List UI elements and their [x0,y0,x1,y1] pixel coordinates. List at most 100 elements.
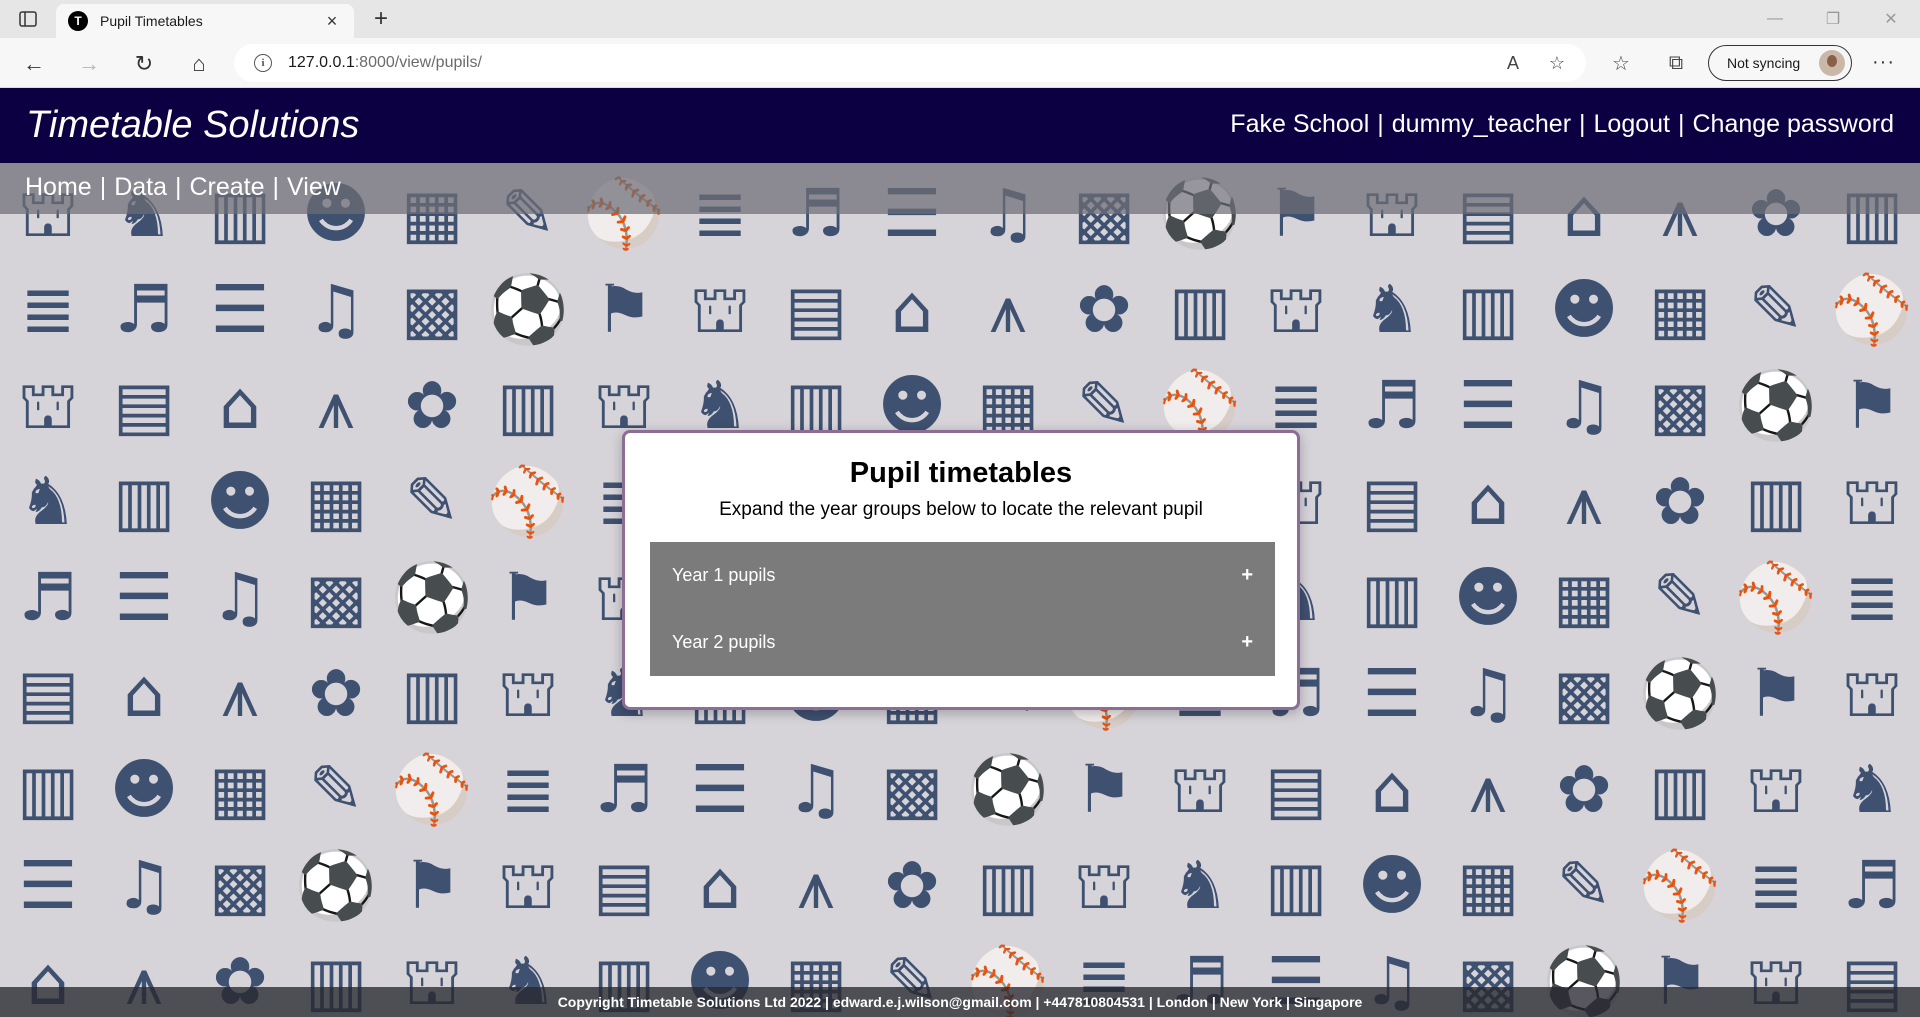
read-aloud-icon[interactable]: A [1502,52,1524,74]
background-icon-cell: ▦ [192,742,288,838]
background-icon-cell: ▤ [1344,454,1440,550]
teacher-icon: ⚑ [594,271,654,348]
info-icon[interactable]: i [254,54,272,72]
palette-icon: ✿ [1076,271,1132,348]
background-icon-cell: ♫ [768,742,864,838]
logout-link[interactable]: Logout [1594,110,1670,139]
tab-close-icon[interactable]: × [322,11,342,32]
notebook-icon: ▤ [592,847,656,924]
background-icon-cell: ⛫ [480,646,576,742]
background-icon-cell: ▦ [1536,550,1632,646]
avatar [1819,50,1845,76]
nav-data[interactable]: Data [114,173,167,202]
football-icon: ⚽ [486,271,570,348]
sync-label: Not syncing [1727,55,1801,71]
background-icon-cell: ♫ [1536,358,1632,454]
books-icon: ▥ [1360,559,1424,636]
books-icon: ▥ [400,655,464,732]
nav-home[interactable]: Home [25,173,92,202]
expand-plus-icon: + [1241,564,1253,586]
football-icon: ⚽ [966,751,1050,828]
browser-tab[interactable]: T Pupil Timetables × [56,4,354,38]
background-icon-cell: ⚑ [576,262,672,358]
reload-icon[interactable]: ↻ [130,50,158,78]
playground-icon: ⛫ [1745,751,1807,828]
minimize-icon[interactable]: — [1746,0,1804,38]
football-icon: ⚽ [1734,367,1818,444]
collections-icon[interactable]: ⧉ [1664,51,1688,75]
xylophone-icon: ≣ [1748,847,1804,924]
background-icon-cell: ⚑ [1056,742,1152,838]
address-bar[interactable]: i 127.0.0.1:8000/view/pupils/ A ☆ [234,44,1586,82]
abacus-icon: ▦ [304,463,368,540]
school-icon: ⌂ [699,847,741,924]
compass-icon: ⩚ [797,847,835,924]
background-icon-cell: ♬ [576,742,672,838]
football-icon: ⚽ [1638,655,1722,732]
notebook-icon: ▤ [1264,751,1328,828]
background-icon-cell: ⌂ [96,646,192,742]
background-icon-cell: ⚾ [1728,550,1824,646]
separator: | [1377,110,1384,138]
playground-icon: ⛫ [1841,655,1903,732]
books-icon: ▥ [1456,271,1520,348]
sidebar-toggle-icon[interactable] [18,9,38,29]
playground-icon: ⛫ [1841,463,1903,540]
nav-view[interactable]: View [287,173,341,202]
background-icon-cell: ▥ [384,646,480,742]
palette-icon: ✿ [1652,463,1708,540]
rocking-horse-icon: ♞ [1170,847,1230,924]
tab-favicon-icon: T [68,11,88,31]
profile-sync-button[interactable]: Not syncing [1708,45,1852,81]
cricket-icon: ⚾ [390,751,474,828]
favorites-icon[interactable]: ☆ [1609,51,1633,75]
abacus-icon: ▦ [1456,847,1520,924]
background-icon-cell: ≣ [480,742,576,838]
background-icon-cell: ▥ [1152,262,1248,358]
nav-create[interactable]: Create [190,173,265,202]
year-1-accordion-button[interactable]: Year 1 pupils + [650,542,1275,609]
compass-icon: ⩚ [989,271,1027,348]
playground-icon: ⛫ [497,847,559,924]
forward-icon[interactable]: → [75,50,103,78]
background-icon-cell: ♫ [96,838,192,934]
books-icon: ▥ [496,367,560,444]
year-group-accordion: Year 1 pupils + Year 2 pupils + [650,542,1275,676]
separator: | [1677,110,1685,138]
books-icon: ▥ [1168,271,1232,348]
rocking-horse-icon: ♞ [1842,751,1902,828]
abacus-icon: ▦ [1552,559,1616,636]
back-icon[interactable]: ← [20,50,48,78]
background-icon-cell: ▩ [864,742,960,838]
year-2-accordion-button[interactable]: Year 2 pupils + [650,609,1275,676]
url-path: :8000/view/pupils/ [354,54,482,71]
separator: | [272,173,280,201]
background-icon-cell: ☰ [1344,646,1440,742]
compass-icon: ⩚ [1565,463,1603,540]
add-favorite-icon[interactable]: ☆ [1546,52,1568,74]
background-icon-cell: ⚾ [480,454,576,550]
restore-icon[interactable]: ❐ [1804,0,1862,38]
background-icon-cell: ▤ [576,838,672,934]
background-icon-cell: ≣ [1728,838,1824,934]
background-icon-cell: ♬ [0,550,96,646]
background-icon-cell: ▩ [1632,358,1728,454]
music-note-icon: ♫ [1554,367,1614,444]
more-menu-icon[interactable]: ··· [1872,51,1895,74]
close-window-icon[interactable]: ✕ [1862,0,1920,38]
playground-icon: ⛫ [17,367,79,444]
school-icon: ⌂ [123,655,165,732]
palette-icon: ✿ [308,655,364,732]
new-tab-icon[interactable]: + [368,6,394,32]
background-icon-cell: ✿ [864,838,960,934]
background-icon-cell: ⩚ [1440,742,1536,838]
background-icon-cell: ⛫ [1248,262,1344,358]
xylophone-icon: ≣ [20,271,76,348]
cricket-icon: ⚾ [1734,559,1818,636]
background-icon-cell: ⚾ [1632,838,1728,934]
username-link[interactable]: dummy_teacher [1392,110,1571,139]
background-icon-cell: ✿ [1056,262,1152,358]
background-icon-cell: ⚽ [960,742,1056,838]
change-password-link[interactable]: Change password [1692,110,1894,139]
home-icon[interactable]: ⌂ [185,50,213,78]
